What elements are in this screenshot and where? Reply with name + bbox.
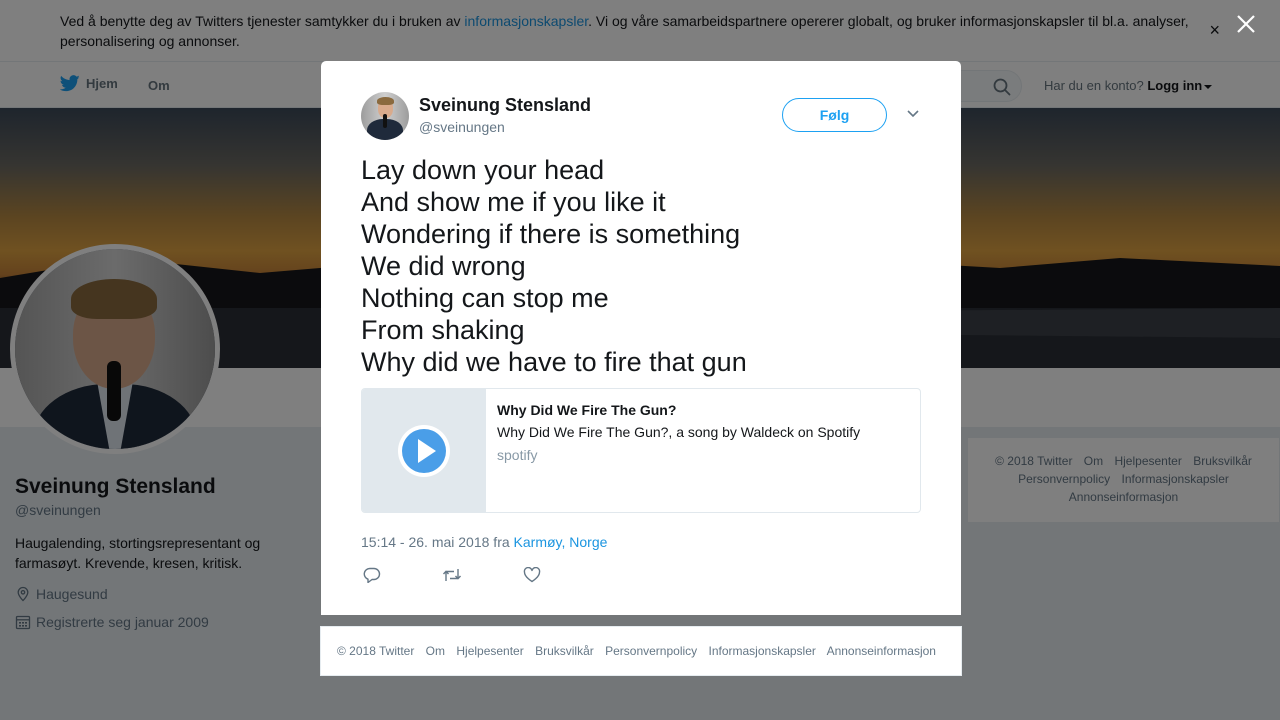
tweet-author-avatar[interactable] [361, 92, 409, 140]
card-media [362, 389, 486, 512]
tweet-modal: Sveinung Stensland @sveinungen Følg Lay … [321, 61, 961, 615]
card-description: Why Did We Fire The Gun?, a song by Wald… [497, 424, 861, 440]
follow-button[interactable]: Følg [782, 98, 887, 132]
modal-footer: © 2018 Twitter Om Hjelpesenter Bruksvilk… [320, 626, 962, 676]
footer-link[interactable]: Om [426, 644, 445, 658]
footer-link[interactable]: Personvernpolicy [605, 644, 697, 658]
reply-icon[interactable] [363, 567, 381, 583]
footer-link[interactable]: Hjelpesenter [456, 644, 523, 658]
footer-link[interactable]: Annonseinformasjon [827, 644, 936, 658]
tweet-time-text[interactable]: 15:14 - 26. mai 2018 fra [361, 534, 514, 550]
tweet-author-handle[interactable]: @sveinungen [419, 119, 505, 135]
card-title: Why Did We Fire The Gun? [497, 402, 677, 418]
chevron-down-icon[interactable] [906, 109, 920, 119]
footer-link[interactable]: Bruksvilkår [535, 644, 594, 658]
tweet-text: Lay down your head And show me if you li… [361, 155, 747, 377]
footer-link[interactable]: © 2018 Twitter [337, 644, 414, 658]
retweet-icon[interactable] [442, 567, 462, 583]
footer-link[interactable]: Informasjonskapsler [709, 644, 816, 658]
link-card[interactable]: Why Did We Fire The Gun? Why Did We Fire… [361, 388, 921, 513]
play-icon [398, 425, 450, 477]
card-domain: spotify [497, 447, 538, 463]
heart-icon[interactable] [523, 567, 541, 583]
close-icon[interactable] [1236, 14, 1256, 34]
tweet-timestamp: 15:14 - 26. mai 2018 fra Karmøy, Norge [361, 534, 607, 550]
tweet-place-link[interactable]: Karmøy, Norge [514, 534, 608, 550]
tweet-author-name[interactable]: Sveinung Stensland [419, 95, 591, 116]
